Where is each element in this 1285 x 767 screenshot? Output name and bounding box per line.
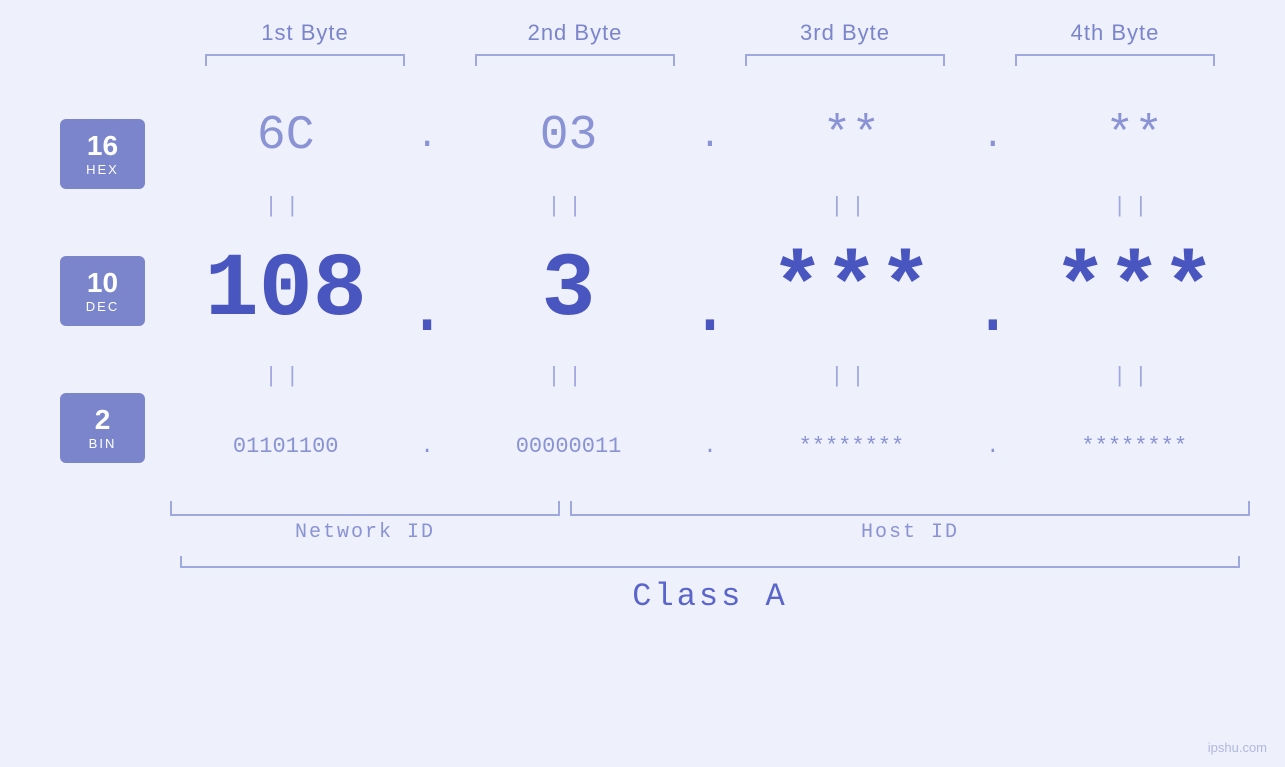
dec-value-3: *** — [770, 240, 932, 342]
dec-value-1: 108 — [205, 240, 367, 342]
hex-badge: 16 HEX — [60, 119, 145, 189]
bin-value-1: 01101100 — [233, 434, 339, 459]
top-brackets-row — [170, 54, 1250, 66]
hex-value-4: ** — [1105, 109, 1163, 163]
main-container: 1st Byte 2nd Byte 3rd Byte 4th Byte 16 H… — [0, 0, 1285, 767]
dec-cell-3: *** — [741, 240, 961, 342]
hex-dot-3: . — [973, 116, 1013, 157]
hex-label: HEX — [86, 162, 119, 177]
eq-1: || — [176, 194, 396, 219]
hex-value-2: 03 — [540, 109, 598, 163]
id-brackets — [170, 501, 1250, 516]
hex-dot-2: . — [690, 116, 730, 157]
column-headers-row: 1st Byte 2nd Byte 3rd Byte 4th Byte — [170, 20, 1250, 46]
class-bracket — [180, 556, 1240, 568]
bin-cell-3: ******** — [741, 434, 961, 459]
watermark: ipshu.com — [1208, 740, 1267, 755]
data-grid: 6C . 03 . ** . ** — [170, 86, 1250, 496]
equals-row-2: || || || || — [170, 356, 1250, 396]
eq-5: || — [176, 364, 396, 389]
col-header-4: 4th Byte — [1005, 20, 1225, 46]
eq-3: || — [741, 194, 961, 219]
dec-dot-3: . — [973, 235, 1013, 347]
col-header-1: 1st Byte — [195, 20, 415, 46]
network-bracket — [170, 501, 560, 516]
bin-badge: 2 BIN — [60, 393, 145, 463]
hex-cell-3: ** — [741, 109, 961, 163]
bin-cell-4: ******** — [1024, 434, 1244, 459]
equals-row-1: || || || || — [170, 186, 1250, 226]
col-header-2: 2nd Byte — [465, 20, 685, 46]
bin-data-row: 01101100 . 00000011 . ******** . — [170, 396, 1250, 496]
hex-value-1: 6C — [257, 109, 315, 163]
dec-value-4: *** — [1053, 240, 1215, 342]
bin-dot-1: . — [407, 434, 447, 459]
bin-label: BIN — [89, 436, 117, 451]
class-label: Class A — [180, 578, 1240, 615]
id-labels-row: Network ID Host ID — [170, 521, 1250, 544]
bin-dot-3: . — [973, 434, 1013, 459]
hex-number: 16 — [87, 131, 118, 162]
col-header-3: 3rd Byte — [735, 20, 955, 46]
content-area: 16 HEX 10 DEC 2 BIN 6C . — [35, 86, 1250, 496]
dec-cell-1: 108 — [176, 240, 396, 342]
eq-7: || — [741, 364, 961, 389]
dec-cell-4: *** — [1024, 240, 1244, 342]
dec-cell-2: 3 — [459, 240, 679, 342]
dec-number: 10 — [87, 268, 118, 299]
bin-value-4: ******** — [1081, 434, 1187, 459]
bin-value-3: ******** — [799, 434, 905, 459]
base-labels-column: 16 HEX 10 DEC 2 BIN — [35, 86, 170, 496]
bin-cell-1: 01101100 — [176, 434, 396, 459]
class-section: Class A — [180, 556, 1240, 615]
bracket-3 — [745, 54, 945, 66]
dec-label: DEC — [86, 299, 119, 314]
hex-dot-1: . — [407, 116, 447, 157]
bin-cell-2: 00000011 — [459, 434, 679, 459]
hex-value-3: ** — [823, 109, 881, 163]
bracket-1 — [205, 54, 405, 66]
bracket-4 — [1015, 54, 1215, 66]
bin-value-2: 00000011 — [516, 434, 622, 459]
bracket-2 — [475, 54, 675, 66]
bin-dot-2: . — [690, 434, 730, 459]
hex-cell-4: ** — [1024, 109, 1244, 163]
dec-badge: 10 DEC — [60, 256, 145, 326]
network-id-label: Network ID — [170, 521, 560, 544]
bin-number: 2 — [95, 405, 111, 436]
dec-dot-2: . — [690, 235, 730, 347]
hex-cell-1: 6C — [176, 109, 396, 163]
dec-value-2: 3 — [542, 240, 596, 342]
hex-cell-2: 03 — [459, 109, 679, 163]
bottom-section: Network ID Host ID — [170, 501, 1250, 544]
dec-data-row: 108 . 3 . *** . *** — [170, 226, 1250, 356]
eq-4: || — [1024, 194, 1244, 219]
hex-data-row: 6C . 03 . ** . ** — [170, 86, 1250, 186]
eq-8: || — [1024, 364, 1244, 389]
host-id-label: Host ID — [570, 521, 1250, 544]
eq-2: || — [459, 194, 679, 219]
eq-6: || — [459, 364, 679, 389]
dec-dot-1: . — [407, 235, 447, 347]
host-bracket — [570, 501, 1250, 516]
